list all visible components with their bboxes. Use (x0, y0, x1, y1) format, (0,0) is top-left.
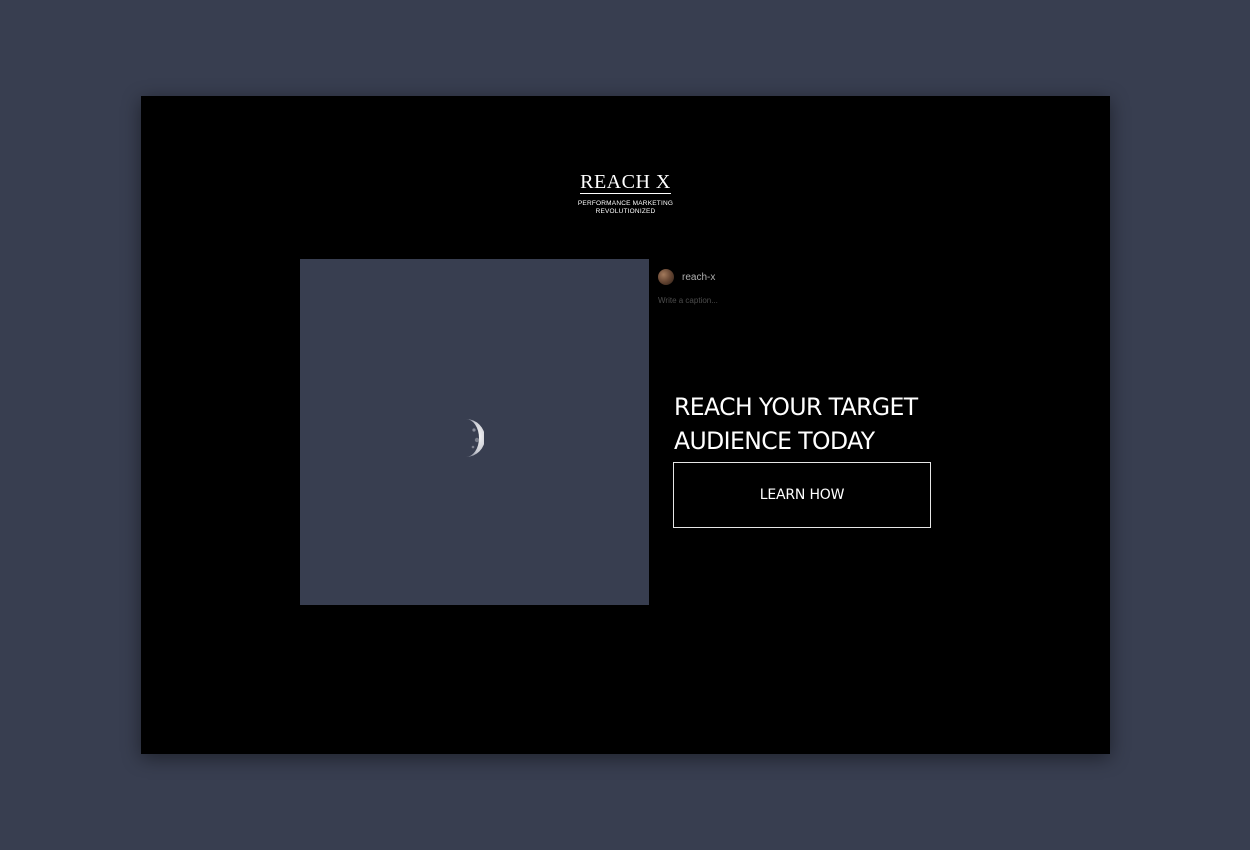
brand-tagline-line-1: PERFORMANCE MARKETING (577, 200, 674, 207)
brand-tagline-line-2: REVOLUTIONIZED (595, 208, 656, 215)
cta-heading: REACH YOUR TARGET AUDIENCE TODAY (674, 390, 968, 458)
ad-preview-frame: REACH X PERFORMANCE MARKETING REVOLUTION… (141, 96, 1110, 754)
avatar (658, 269, 674, 285)
username: reach-x (682, 271, 716, 283)
brand-logo: REACH X (580, 171, 671, 194)
post-meta: reach-x Write a caption... (658, 268, 718, 305)
brand-header: REACH X PERFORMANCE MARKETING REVOLUTION… (141, 172, 1110, 216)
brand-tagline: PERFORMANCE MARKETING REVOLUTIONIZED (141, 200, 1110, 216)
account-row: reach-x (658, 268, 718, 286)
cta-heading-line-1: REACH YOUR TARGET (674, 393, 918, 421)
moon-icon (466, 419, 484, 457)
learn-how-button[interactable]: LEARN HOW (673, 462, 931, 528)
cta-heading-line-2: AUDIENCE TODAY (674, 427, 875, 455)
caption-input[interactable]: Write a caption... (658, 296, 718, 305)
post-image (300, 259, 649, 605)
